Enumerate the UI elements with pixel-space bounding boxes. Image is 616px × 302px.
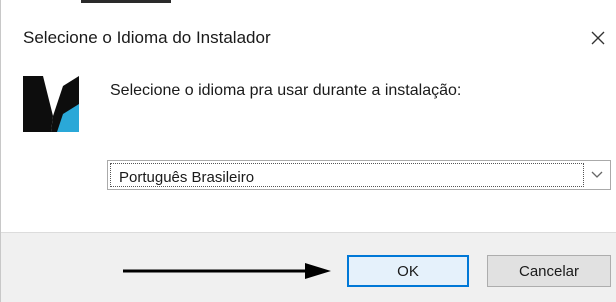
dialog-content: Selecione o idioma pra usar durante a in… [1,66,616,232]
language-select[interactable]: Português Brasileiro [107,160,611,190]
language-prompt: Selecione o idioma pra usar durante a in… [110,82,462,99]
language-select-value: Português Brasileiro [119,169,255,186]
close-button[interactable] [579,20,616,56]
dialog-title: Selecione o Idioma do Instalador [23,28,271,47]
language-select-focus-box: Português Brasileiro [110,163,584,187]
language-select-arrow[interactable] [586,163,608,187]
ok-button[interactable]: OK [347,255,469,287]
arrow-right-icon [123,263,331,279]
background-window-fragment [81,0,171,3]
installer-logo-icon [23,76,79,132]
dialog-footer: OK Cancelar [1,232,616,302]
installer-dialog: Selecione o Idioma do Instalador Selecio… [0,0,616,302]
chevron-down-icon [591,171,603,178]
title-bar: Selecione o Idioma do Instalador [1,6,616,66]
close-icon [591,31,605,45]
cancel-button[interactable]: Cancelar [487,255,611,287]
